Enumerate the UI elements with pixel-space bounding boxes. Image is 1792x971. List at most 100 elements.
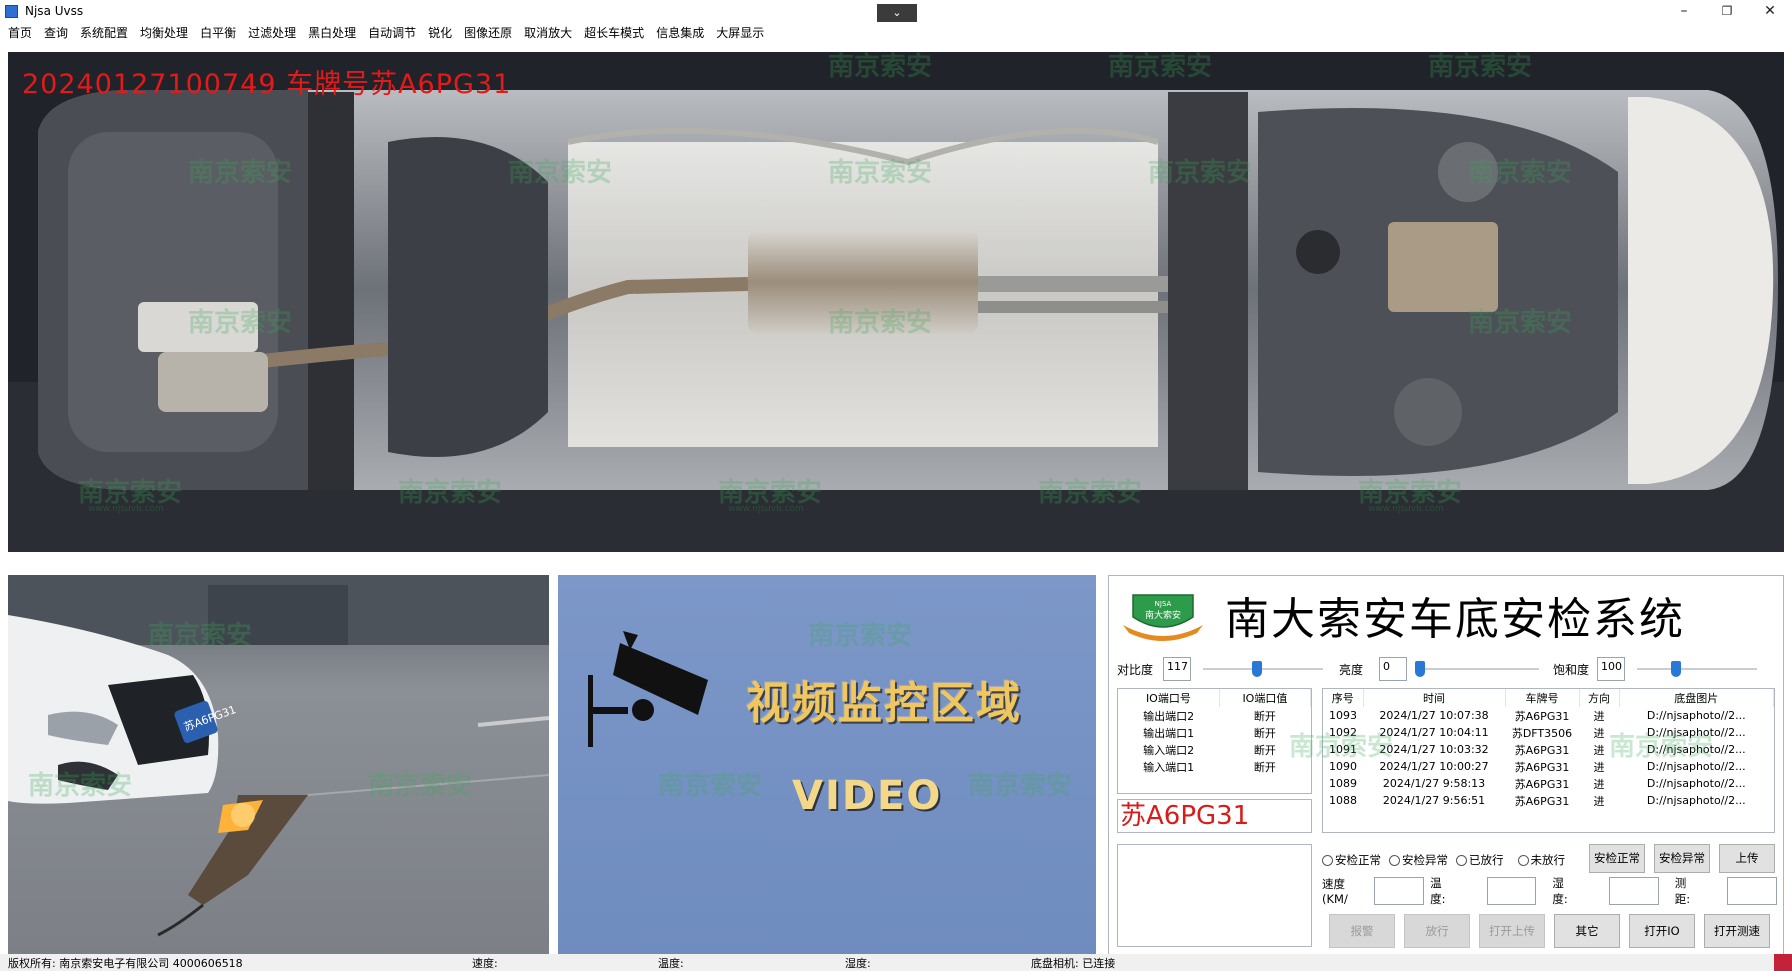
record-plate: 苏A6PG31	[1514, 794, 1570, 808]
records-header-image: 底盘图片	[1619, 689, 1774, 707]
contrast-value[interactable]: 117	[1163, 657, 1192, 681]
open-io-button[interactable]: 打开IO	[1629, 914, 1695, 948]
menu-info-integration[interactable]: 信息集成	[656, 24, 704, 41]
radio-not-released[interactable]: 未放行	[1517, 852, 1566, 868]
radio-label: 已放行	[1469, 853, 1504, 867]
io-port-cell: 输入端口2	[1143, 743, 1195, 757]
table-row[interactable]: 输出端口1 断开	[1118, 724, 1311, 741]
humidity-input[interactable]	[1609, 877, 1659, 905]
radio-check-abnormal[interactable]: 安检异常	[1389, 852, 1448, 868]
menu-equalize[interactable]: 均衡处理	[140, 24, 188, 41]
menu-white-balance[interactable]: 白平衡	[200, 24, 236, 41]
record-plate: 苏A6PG31	[1514, 709, 1570, 723]
speed-input[interactable]	[1374, 877, 1425, 905]
io-port-cell: 输入端口1	[1143, 760, 1195, 774]
menu-query[interactable]: 查询	[44, 24, 68, 41]
undercarriage-image[interactable]: 20240127100749 车牌号苏A6PG31 南京索安 南京索安 南京索安…	[8, 52, 1784, 552]
collapse-toggle-button[interactable]: ⌄	[877, 4, 917, 22]
close-button[interactable]: ✕	[1750, 0, 1790, 22]
release-button[interactable]: 放行	[1404, 914, 1470, 948]
status-radio-group: 安检正常 安检异常 已放行 未放行	[1322, 848, 1573, 872]
undercarriage-picture	[8, 52, 1784, 552]
io-port-header: IO端口号	[1118, 689, 1220, 707]
other-button[interactable]: 其它	[1554, 914, 1620, 948]
saturation-slider-thumb[interactable]	[1671, 661, 1682, 677]
io-port-cell: 输出端口2	[1143, 709, 1195, 723]
record-image-path: D://njsaphoto//2...	[1646, 709, 1746, 722]
io-value-cell: 断开	[1253, 709, 1276, 723]
record-seq: 1092	[1329, 726, 1357, 739]
radio-label: 安检异常	[1402, 853, 1448, 867]
menu-auto-adjust[interactable]: 自动调节	[368, 24, 416, 41]
record-plate: 苏A6PG31	[1514, 743, 1570, 757]
upload-button[interactable]: 上传	[1719, 844, 1775, 873]
menu-black-white[interactable]: 黑白处理	[308, 24, 356, 41]
open-upload-button[interactable]: 打开上传	[1479, 914, 1545, 948]
table-row[interactable]: 输出端口2 断开	[1118, 707, 1311, 724]
video-area-subtitle: VIDEO	[792, 773, 943, 819]
brightness-slider[interactable]	[1413, 657, 1545, 681]
record-direction: 进	[1593, 709, 1605, 723]
menu-home[interactable]: 首页	[8, 24, 32, 41]
table-row[interactable]: 1088 2024/1/27 9:56:51 苏A6PG31 进 D://njsapho…	[1323, 792, 1774, 809]
saturation-value[interactable]: 100	[1597, 657, 1626, 681]
brightness-value[interactable]: 0	[1379, 657, 1408, 681]
maximize-button[interactable]: ❐	[1707, 0, 1747, 22]
saturation-slider[interactable]	[1631, 657, 1763, 681]
record-time: 2024/1/27 10:00:27	[1379, 760, 1489, 773]
distance-input[interactable]	[1727, 877, 1778, 905]
table-row[interactable]: 1091 2024/1/27 10:03:32 苏A6PG31 进 D://njsaph…	[1323, 741, 1774, 758]
minimize-button[interactable]: –	[1664, 0, 1704, 22]
menu-long-vehicle-mode[interactable]: 超长车模式	[584, 24, 644, 41]
status-chassis-camera: 底盘相机: 已连接	[1031, 957, 1116, 970]
tray-indicator-icon	[1774, 954, 1792, 971]
table-row[interactable]: 输入端口2 断开	[1118, 741, 1311, 758]
contrast-slider-thumb[interactable]	[1252, 661, 1263, 677]
snapshot-box	[1117, 844, 1312, 947]
brightness-slider-thumb[interactable]	[1415, 661, 1426, 677]
check-abnormal-button[interactable]: 安检异常	[1654, 844, 1710, 873]
capture-caption: 20240127100749 车牌号苏A6PG31	[22, 69, 512, 100]
io-value-header: IO端口值	[1219, 689, 1311, 707]
menu-big-screen[interactable]: 大屏显示	[716, 24, 764, 41]
table-row[interactable]: 1090 2024/1/27 10:00:27 苏A6PG31 进 D://njsaph…	[1323, 758, 1774, 775]
contrast-control: 对比度 117	[1117, 656, 1329, 682]
radio-circle-icon	[1322, 854, 1333, 866]
radio-label: 未放行	[1530, 853, 1566, 867]
title-bar: Njsa Uvss ⌄ – ❐ ✕	[0, 0, 1792, 22]
open-speed-button[interactable]: 打开测速	[1704, 914, 1770, 948]
video-monitor-area[interactable]: 视频监控区域 VIDEO 南京索安 南京索安 南京索安	[558, 575, 1096, 958]
contrast-slider[interactable]	[1197, 657, 1329, 681]
radio-circle-icon	[1517, 854, 1529, 866]
menu-image-restore[interactable]: 图像还原	[464, 24, 512, 41]
alarm-button[interactable]: 报警	[1329, 914, 1395, 948]
menu-cancel-zoom[interactable]: 取消放大	[524, 24, 572, 41]
table-row[interactable]: 1093 2024/1/27 10:07:38 苏A6PG31 进 D://njsaph…	[1323, 707, 1774, 724]
record-seq: 1091	[1329, 743, 1357, 756]
menu-system-config[interactable]: 系统配置	[80, 24, 128, 41]
records-header-seq: 序号	[1323, 689, 1364, 707]
brightness-label: 亮度	[1339, 662, 1364, 677]
system-title: 南大索安车底安检系统	[1225, 594, 1685, 645]
check-ok-button[interactable]: 安检正常	[1589, 844, 1645, 873]
record-plate: 苏A6PG31	[1514, 777, 1570, 791]
menu-filter[interactable]: 过滤处理	[248, 24, 296, 41]
header-logo-row: NJSA 南大索安 南大索安车底安检系统	[1117, 582, 1777, 648]
table-row[interactable]: 输入端口1 断开	[1118, 758, 1311, 775]
status-speed: 速度:	[472, 957, 498, 970]
record-image-path: D://njsaphoto//2...	[1646, 726, 1746, 739]
camera-view[interactable]: 苏A6PG31 南京索安 南京索安 南京索安	[8, 575, 549, 958]
saturation-control: 饱和度 100	[1553, 656, 1763, 682]
radio-released[interactable]: 已放行	[1456, 852, 1504, 868]
temperature-input[interactable]	[1486, 877, 1537, 905]
record-seq: 1088	[1329, 794, 1357, 807]
plate-number-display: 苏A6PG31	[1117, 799, 1312, 833]
table-row[interactable]: 1092 2024/1/27 10:04:11 苏DFT3506 进 D://njsap…	[1323, 724, 1774, 741]
radio-check-ok[interactable]: 安检正常	[1322, 852, 1381, 868]
menu-sharpen[interactable]: 锐化	[428, 24, 452, 41]
table-row[interactable]: 1089 2024/1/27 9:58:13 苏A6PG31 进 D://njsapho…	[1323, 775, 1774, 792]
cctv-camera-icon	[588, 631, 708, 747]
record-seq: 1089	[1329, 777, 1357, 790]
record-time: 2024/1/27 9:58:13	[1382, 777, 1486, 790]
control-panel: NJSA 南大索安 南大索安车底安检系统 对比度 117 亮度 0 饱和度 10…	[1108, 575, 1784, 958]
